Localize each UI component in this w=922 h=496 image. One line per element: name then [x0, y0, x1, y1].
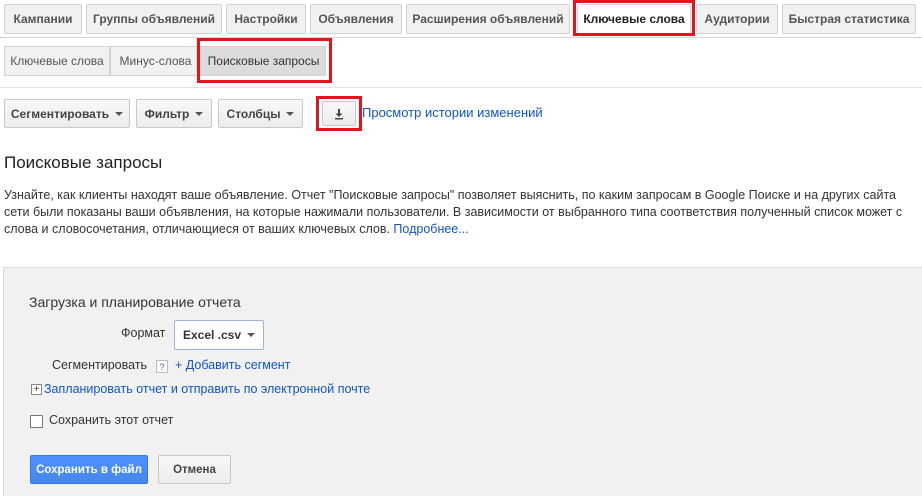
segment-button[interactable]: Сегментировать [4, 99, 130, 128]
subtab-search-terms[interactable]: Поисковые запросы [201, 46, 326, 76]
format-select[interactable]: Excel .csv [174, 320, 264, 350]
tab-campaigns[interactable]: Кампании [4, 4, 82, 34]
description-line: сети были показаны ваши объявления, на к… [4, 205, 903, 219]
subtab-negative-keywords[interactable]: Минус-слова [110, 46, 201, 76]
learn-more-link[interactable]: Подробнее... [393, 222, 468, 236]
save-report-checkbox[interactable] [30, 415, 43, 428]
tab-audiences[interactable]: Аудитории [696, 4, 778, 34]
download-icon [335, 108, 343, 119]
add-segment-link[interactable]: + Добавить сегмент [175, 358, 290, 372]
tab-keywords[interactable]: Ключевые слова [577, 4, 691, 34]
filter-button-label: Фильтр [144, 106, 190, 121]
download-button[interactable] [322, 101, 356, 126]
format-select-value: Excel .csv [182, 328, 242, 342]
subtabs-bar: Ключевые слова Минус-слова Поисковые зап… [0, 38, 922, 88]
tab-ads[interactable]: Объявления [310, 4, 402, 34]
main-tabs-bar: Кампании Группы объявлений Настройки Объ… [0, 0, 922, 38]
segment-button-label: Сегментировать [10, 106, 110, 121]
format-label: Формат [121, 326, 166, 340]
filter-button[interactable]: Фильтр [136, 99, 212, 128]
save-report-label: Сохранить этот отчет [49, 413, 174, 427]
tab-ad-groups[interactable]: Группы объявлений [86, 4, 222, 34]
report-panel-title: Загрузка и планирование отчета [29, 294, 241, 310]
description-line: слова и словосочетания, отличающиеся от … [4, 221, 922, 238]
tab-ad-extensions[interactable]: Расширения объявлений [406, 4, 570, 34]
description-line: Узнайте, как клиенты находят ваше объявл… [4, 188, 896, 202]
adwords-keywords-page: Кампании Группы объявлений Настройки Объ… [0, 0, 922, 496]
change-history-link[interactable]: Просмотр истории изменений [362, 105, 543, 120]
help-icon[interactable]: ? [156, 360, 168, 373]
chevron-down-icon [247, 333, 256, 337]
columns-button-label: Столбцы [226, 106, 281, 121]
columns-button[interactable]: Столбцы [218, 99, 303, 128]
cancel-button[interactable]: Отмена [158, 455, 231, 484]
chevron-down-icon [286, 111, 295, 116]
expand-icon[interactable]: + [31, 384, 42, 395]
description-line-text: слова и словосочетания, отличающиеся от … [4, 222, 390, 236]
chevron-down-icon [195, 111, 204, 116]
chevron-down-icon [115, 111, 124, 116]
tab-quick-stats[interactable]: Быстрая статистика [782, 4, 916, 34]
schedule-report-link[interactable]: Запланировать отчет и отправить по элект… [44, 382, 370, 396]
segment-label: Сегментировать [52, 358, 148, 372]
page-title: Поисковые запросы [4, 153, 163, 172]
save-to-file-button[interactable]: Сохранить в файл [30, 455, 148, 484]
tab-settings[interactable]: Настройки [226, 4, 306, 34]
subtab-keywords[interactable]: Ключевые слова [4, 46, 110, 76]
page-description: Узнайте, как клиенты находят ваше объявл… [4, 187, 922, 238]
